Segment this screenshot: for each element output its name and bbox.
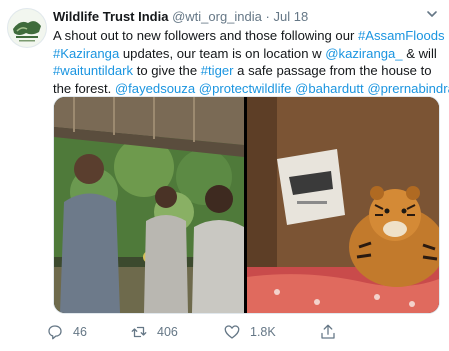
reply-button[interactable]: 46 bbox=[46, 320, 87, 344]
mention-link[interactable]: @bahardutt bbox=[295, 81, 364, 96]
share-icon bbox=[321, 324, 335, 339]
author-handle[interactable]: @wti_org_india bbox=[172, 9, 262, 24]
mention-link[interactable]: @protectwildlife bbox=[199, 81, 292, 96]
tweet-text-line: #waituntildark to give the #tiger a safe… bbox=[53, 62, 441, 80]
heart-icon bbox=[224, 325, 240, 339]
tweet-text-segment: A shout out to new followers and those f… bbox=[53, 28, 358, 43]
hashtag-link[interactable]: #tiger bbox=[201, 63, 234, 78]
like-button[interactable]: 1.8K bbox=[223, 320, 276, 344]
retweet-icon bbox=[131, 326, 147, 338]
tweet-media[interactable] bbox=[53, 96, 440, 314]
like-count: 1.8K bbox=[250, 325, 276, 339]
tweet-text-line: A shout out to new followers and those f… bbox=[53, 27, 445, 45]
reply-count: 46 bbox=[73, 325, 87, 339]
share-button[interactable] bbox=[319, 320, 337, 344]
tiger-on-bed-photo[interactable] bbox=[247, 97, 439, 313]
wti-logo-icon bbox=[8, 9, 46, 47]
tweet-text-segment: & will bbox=[402, 45, 437, 61]
retweet-button[interactable]: 406 bbox=[130, 320, 178, 344]
tweet-text-line: #Kaziranga updates, our team is on locat… bbox=[53, 45, 441, 63]
reply-icon bbox=[48, 325, 62, 340]
tweet-header: Wildlife Trust India @wti_org_india · Ju… bbox=[53, 9, 308, 24]
author-display-name[interactable]: Wildlife Trust India bbox=[53, 9, 168, 24]
mention-link[interactable]: @prernabindra bbox=[367, 81, 449, 96]
header-separator: · bbox=[265, 9, 270, 24]
tweet-text-segment: to give the bbox=[133, 63, 201, 79]
retweet-count: 406 bbox=[157, 325, 178, 339]
tweet-text-segment: the forest. bbox=[53, 80, 115, 96]
tweet-date[interactable]: Jul 18 bbox=[273, 9, 308, 24]
chevron-down-icon[interactable] bbox=[425, 7, 439, 21]
tweet-text-segment: updates, our team is on location w bbox=[119, 45, 326, 61]
hashtag-link[interactable]: #Kaziranga bbox=[53, 46, 119, 61]
tweet[interactable]: Wildlife Trust India @wti_org_india · Ju… bbox=[0, 0, 449, 351]
tweet-text-segment: a safe passage from the house to bbox=[233, 63, 432, 79]
mention-link[interactable]: @kaziranga_ bbox=[325, 46, 402, 61]
mention-link[interactable]: @fayedsouza bbox=[115, 81, 195, 96]
hashtag-link[interactable]: #waituntildark bbox=[53, 63, 133, 78]
tweet-text: A shout out to new followers and those f… bbox=[53, 27, 449, 98]
avatar[interactable] bbox=[7, 8, 47, 48]
team-members-photo[interactable] bbox=[54, 97, 244, 313]
tweet-actions: 46 406 1.8K bbox=[46, 320, 436, 344]
tweet-text-line: the forest. @fayedsouza @protectwildlife… bbox=[53, 80, 449, 98]
hashtag-link[interactable]: #AssamFloods bbox=[358, 28, 445, 43]
